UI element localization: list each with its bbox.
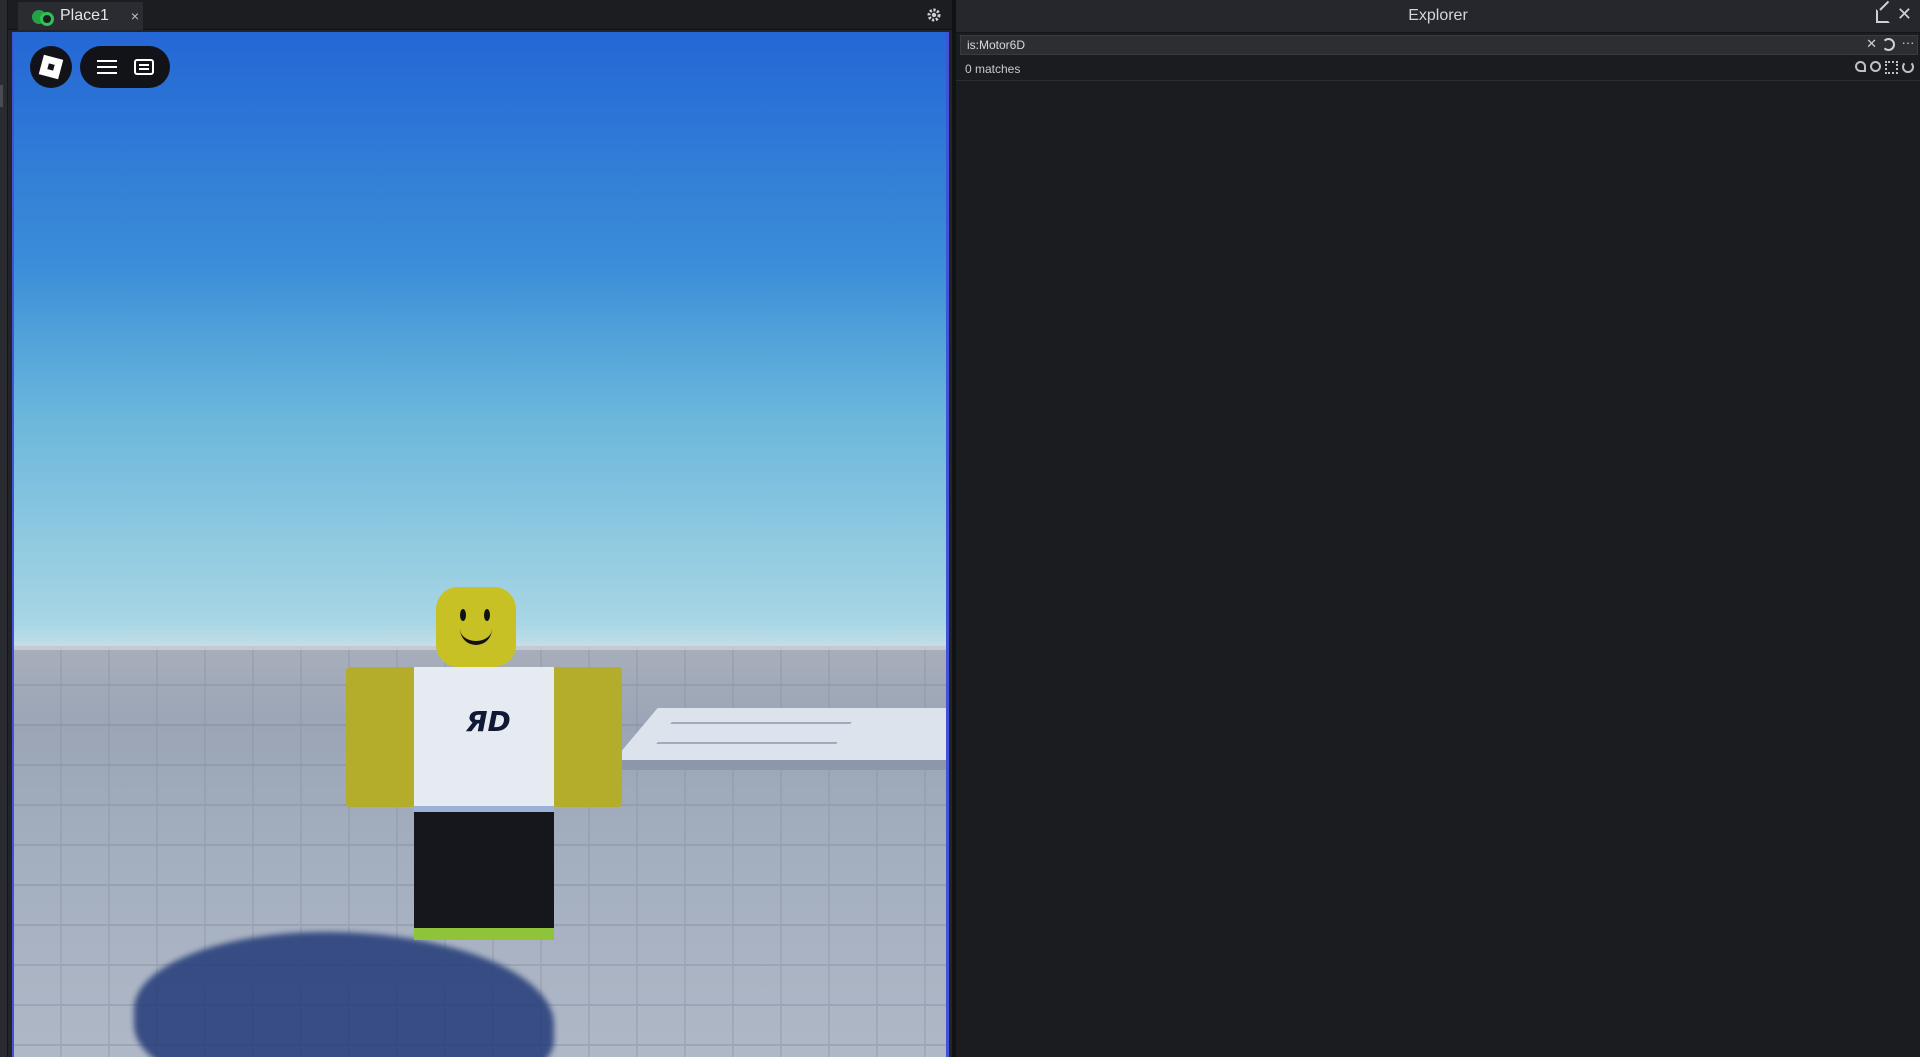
place-icon — [32, 6, 54, 26]
viewport-panel: Place1 × ЯD — [8, 0, 952, 1057]
character-smile — [460, 623, 492, 645]
tab-label: Place1 — [60, 7, 109, 24]
tab-close-button[interactable]: × — [131, 8, 139, 24]
matches-row: 0 matches — [956, 57, 1920, 81]
game-viewport[interactable]: ЯD — [12, 32, 949, 1057]
select-all-icon[interactable] — [1885, 61, 1898, 74]
explorer-title: Explorer — [1408, 7, 1468, 24]
character-left-leg — [414, 812, 484, 940]
match-word-icon[interactable] — [1870, 61, 1881, 72]
panel-close-button[interactable]: ✕ — [1897, 4, 1912, 25]
explorer-tree — [956, 82, 1920, 1057]
more-options-icon[interactable]: ··· — [1899, 36, 1917, 54]
refresh-icon[interactable] — [1902, 61, 1914, 73]
roblox-menu-button[interactable] — [30, 46, 72, 88]
search-clear-button[interactable]: ✕ — [1866, 36, 1877, 52]
history-icon[interactable] — [1882, 38, 1895, 51]
explorer-header: Explorer ✕ — [956, 0, 1920, 33]
hamburger-icon[interactable] — [96, 60, 117, 74]
undock-icon[interactable] — [1876, 9, 1890, 23]
chat-icon[interactable] — [133, 59, 154, 75]
left-edge-strip — [0, 0, 8, 1057]
sky — [14, 32, 946, 648]
shirt-logo: ЯD — [466, 705, 511, 738]
explorer-panel: Explorer ✕ ✕ ··· 0 matches — [956, 0, 1920, 1057]
match-case-icon[interactable] — [1855, 61, 1866, 72]
tab-place1[interactable]: Place1 × — [18, 2, 143, 30]
character-left-eye — [460, 609, 466, 621]
topbar-pill — [80, 46, 170, 88]
match-toolbar — [1855, 60, 1914, 74]
character-head — [436, 587, 516, 667]
character-left-arm — [346, 667, 416, 807]
gear-icon[interactable] — [926, 7, 942, 23]
spawn-platform-pattern — [656, 722, 852, 744]
explorer-search-input[interactable] — [967, 37, 1767, 53]
document-tabbar: Place1 × — [8, 0, 952, 30]
character-right-arm — [552, 667, 622, 807]
edge-handle[interactable] — [0, 85, 3, 107]
matches-count: 0 matches — [965, 62, 1021, 76]
character-right-eye — [484, 609, 490, 621]
character-torso: ЯD — [414, 667, 554, 812]
roblox-logo-icon — [38, 54, 64, 80]
character-right-leg — [484, 812, 554, 940]
explorer-search-bar: ✕ ··· — [960, 35, 1918, 55]
spawn-platform-side — [614, 760, 946, 770]
